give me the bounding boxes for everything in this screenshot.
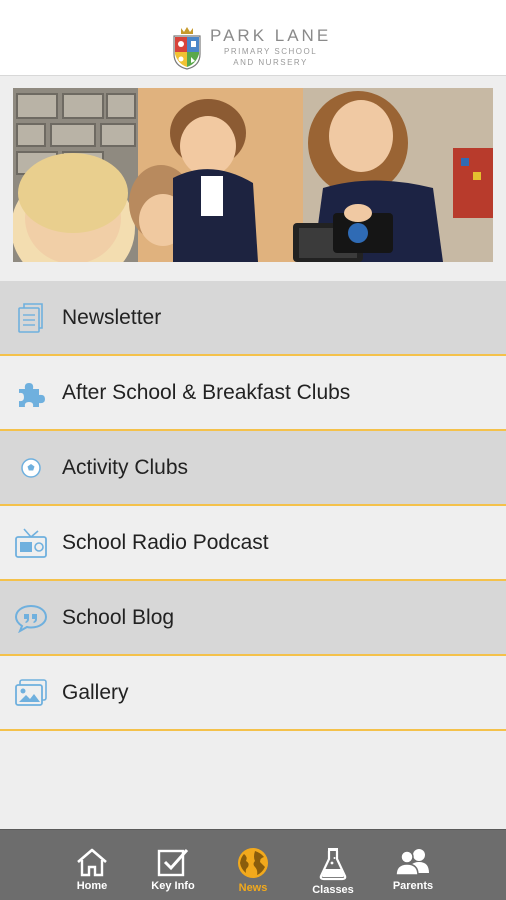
puzzle-icon [14,376,48,410]
app-header: PARK LANE PRIMARY SCHOOL AND NURSERY [0,0,506,76]
flask-icon [319,848,347,881]
hero-photo [13,88,493,262]
tab-label: Classes [312,884,354,896]
school-logo: PARK LANE PRIMARY SCHOOL AND NURSERY [172,26,331,70]
menu-item-after-school-breakfast-clubs[interactable]: After School & Breakfast Clubs [0,356,506,431]
tab-home[interactable]: Home [57,830,127,900]
logo-subtitle-line2: AND NURSERY [233,58,308,67]
home-icon [77,848,107,877]
menu-item-activity-clubs[interactable]: Activity Clubs [0,431,506,506]
menu-item-gallery[interactable]: Gallery [0,656,506,731]
menu-item-label: Newsletter [62,305,162,329]
menu-item-school-radio-podcast[interactable]: School Radio Podcast [0,506,506,581]
tab-news[interactable]: News [218,830,288,900]
football-icon [14,451,48,485]
tab-label: News [238,882,268,894]
globe-icon [238,848,268,878]
menu-item-label: Gallery [62,680,129,704]
checkbox-icon [157,849,189,877]
school-crest-icon [173,27,201,70]
news-menu-list: Newsletter After School & Breakfast Club… [0,281,506,731]
tab-label: Home [76,880,108,892]
menu-item-label: School Blog [62,605,175,629]
logo-subtitle-line1: PRIMARY SCHOOL [224,47,318,56]
people-icon [395,849,429,876]
tab-label: Key Info [151,880,195,892]
tab-classes[interactable]: Classes [298,830,368,900]
bottom-tab-bar: Home Key Info News Classes Parents [0,829,506,900]
menu-item-label: School Radio Podcast [62,530,269,554]
photos-icon [14,676,48,710]
document-icon [14,301,48,335]
tab-parents[interactable]: Parents [378,830,448,900]
menu-item-label: After School & Breakfast Clubs [62,380,351,404]
menu-item-label: Activity Clubs [62,455,189,479]
menu-item-newsletter[interactable]: Newsletter [0,281,506,356]
tab-label: Parents [392,880,434,892]
speech-bubble-icon [14,601,48,635]
menu-item-school-blog[interactable]: School Blog [0,581,506,656]
tab-key-info[interactable]: Key Info [138,830,208,900]
radio-icon [14,526,48,560]
logo-title: PARK LANE [210,26,332,45]
